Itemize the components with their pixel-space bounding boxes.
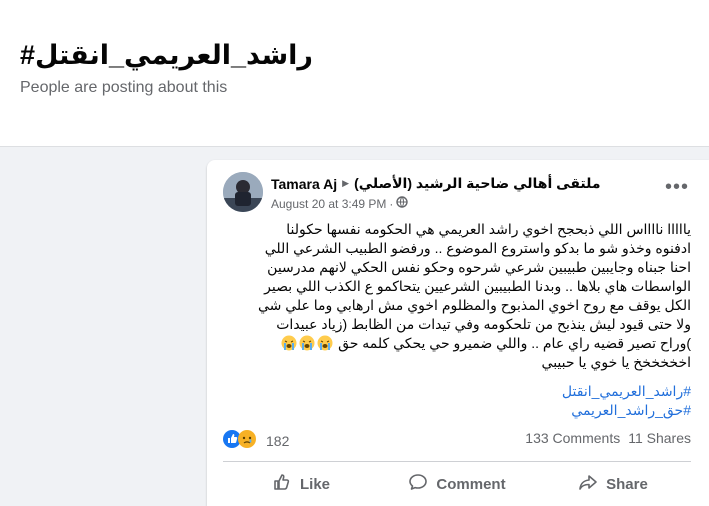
post-line: احنا جبناه وجايبين طبيبين شرعي شرحوه وحك…: [267, 259, 691, 275]
post-timestamp[interactable]: August 20 at 3:49 PM: [271, 197, 386, 211]
comment-label: Comment: [436, 475, 506, 493]
hashtag-link[interactable]: #راشد_العريمي_انقتل: [223, 382, 691, 401]
hashtag-title: #راشد_العريمي_انقتل: [20, 40, 313, 70]
like-label: Like: [299, 475, 330, 493]
sad-reaction-icon: [238, 430, 256, 451]
post-body: يااااا نااااس اللي ذبحجح اخوي راشد العري…: [223, 220, 691, 372]
like-icon: [272, 472, 292, 496]
like-button[interactable]: Like: [223, 466, 379, 502]
post-actions: Like Comment Share: [223, 466, 691, 502]
comments-count[interactable]: 133 Comments: [525, 430, 620, 446]
header-subtitle: People are posting about this: [20, 79, 228, 96]
share-icon: [578, 472, 598, 496]
more-icon[interactable]: •••: [665, 177, 689, 197]
post-line: )وراح تصير قضيه راي عام .. واللي ضميرو ح…: [338, 335, 691, 351]
share-button[interactable]: Share: [535, 466, 691, 502]
hashtag-header: #راشد_العريمي_انقتل People are posting a…: [0, 0, 709, 147]
globe-icon: [396, 196, 409, 211]
post-line: الواسطات هاي بلاها .. وبدنا الطبيبين الش…: [264, 278, 691, 294]
post-line: ولا حتى قيود ليش ينذبح من تلحكومه وفي تي…: [276, 316, 691, 332]
comment-icon: [408, 472, 428, 496]
hashtag-list: #راشد_العريمي_انقتل #حق_راشد_العريمي: [223, 382, 691, 420]
post-line: اخخخخخخ يا خوي يا حبيبي: [541, 354, 691, 370]
post-line: ادفنوه وخذو شو ما بدكو واستروع الموضوع .…: [264, 240, 691, 256]
share-label: Share: [606, 475, 648, 493]
reaction-count: 182: [266, 432, 290, 449]
reactions-summary[interactable]: 182: [223, 430, 289, 451]
comment-button[interactable]: Comment: [379, 466, 535, 502]
post-line: يااااا نااااس اللي ذبحجح اخوي راشد العري…: [286, 221, 691, 237]
divider: [223, 461, 691, 462]
play-arrow-icon: ▶: [342, 178, 350, 188]
post-stats: 182 133 Comments 11 Shares: [223, 430, 691, 450]
post-line: الكل يوقف مع روح اخوي المذبوح والمظلوم ا…: [257, 297, 691, 313]
post-card: Tamara Aj ▶ ملتقى أهالي ضاحية الرشيد (ال…: [207, 160, 709, 506]
author-avatar[interactable]: [223, 172, 263, 212]
shares-count[interactable]: 11 Shares: [628, 430, 691, 446]
author-name[interactable]: Tamara Aj: [271, 176, 337, 192]
post-header: Tamara Aj ▶ ملتقى أهالي ضاحية الرشيد (ال…: [271, 175, 601, 211]
crying-emoji-icon: [280, 335, 334, 351]
hashtag-link[interactable]: #حق_راشد_العريمي: [223, 401, 691, 420]
group-name[interactable]: ملتقى أهالي ضاحية الرشيد (الأصلي): [354, 175, 600, 192]
